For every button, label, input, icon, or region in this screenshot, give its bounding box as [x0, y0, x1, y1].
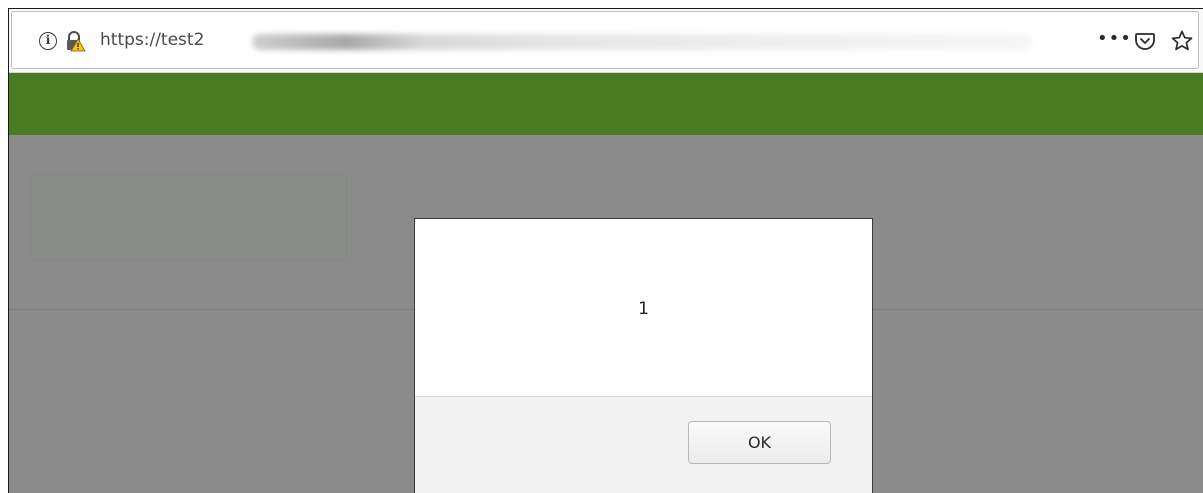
- browser-window: i https://test2 ••• 1 OK: [8, 8, 1203, 493]
- browser-toolbar: i https://test2 •••: [9, 9, 1203, 73]
- more-icon[interactable]: •••: [1097, 29, 1132, 49]
- ok-button[interactable]: OK: [688, 421, 831, 464]
- site-header-bar: [9, 73, 1203, 135]
- url-bar[interactable]: i https://test2 •••: [11, 11, 1199, 69]
- page-content-box: [31, 174, 347, 260]
- dialog-message: 1: [638, 299, 649, 319]
- pocket-icon[interactable]: [1134, 30, 1156, 52]
- star-icon[interactable]: [1170, 29, 1194, 53]
- alert-dialog: 1 OK: [414, 218, 873, 493]
- url-redacted: [252, 34, 1032, 50]
- dialog-body: 1: [415, 219, 872, 397]
- url-text: https://test2: [100, 30, 205, 50]
- lock-warning-icon[interactable]: [64, 30, 86, 52]
- dialog-footer: OK: [415, 397, 872, 493]
- info-icon[interactable]: i: [39, 32, 57, 50]
